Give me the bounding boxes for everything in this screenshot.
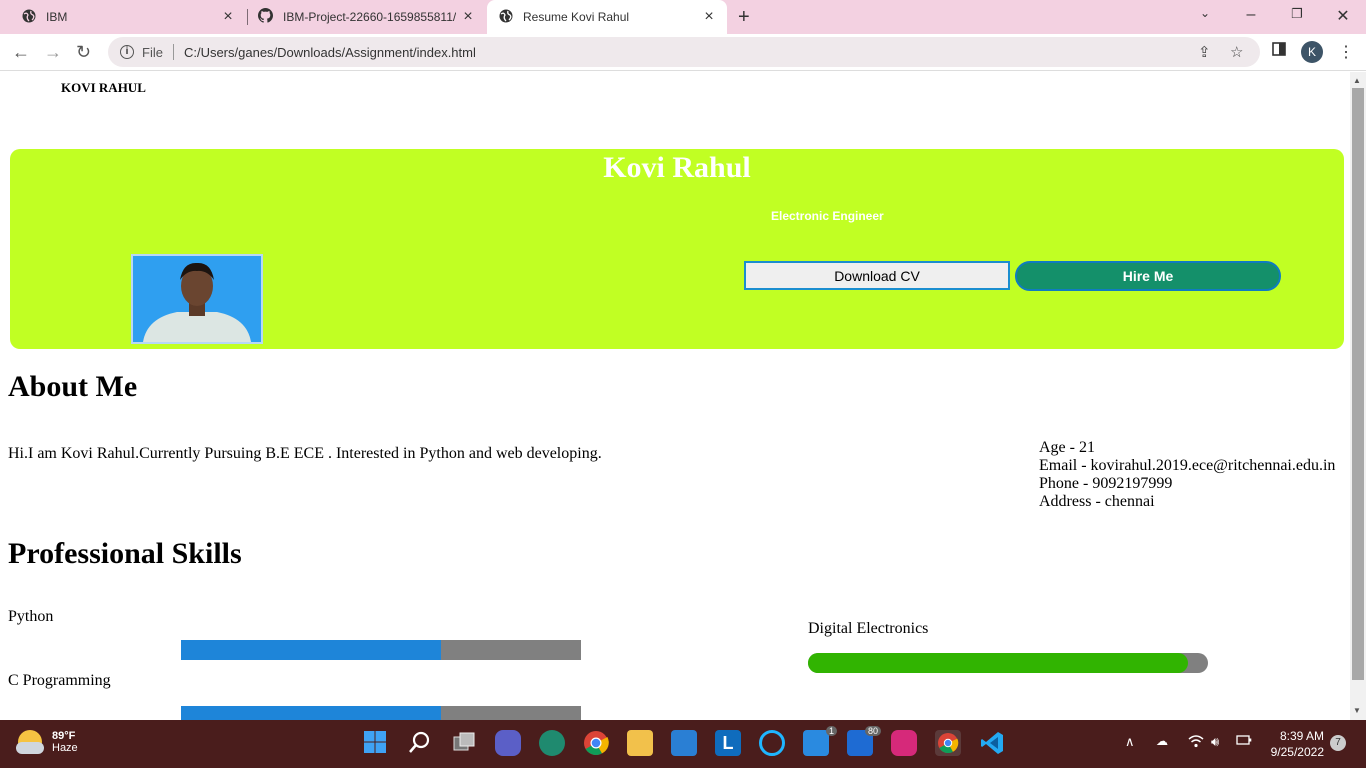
tab-search-icon[interactable]: ⌄	[1195, 6, 1215, 20]
close-tab-icon[interactable]: ×	[460, 9, 476, 25]
tab-title: IBM	[46, 10, 68, 24]
l-app-icon[interactable]: L	[715, 730, 741, 756]
edge-browser-icon[interactable]	[539, 730, 565, 756]
email-text: Email - kovirahul.2019.ece@ritchennai.ed…	[1039, 457, 1336, 474]
wifi-icon[interactable]	[1188, 734, 1204, 751]
vscode-icon[interactable]	[979, 730, 1005, 756]
mail-icon[interactable]: 1	[803, 726, 837, 756]
battery-icon[interactable]	[1236, 734, 1252, 749]
file-explorer-icon[interactable]	[627, 730, 653, 756]
windows-start-icon[interactable]	[363, 730, 389, 756]
about-text: Hi.I am Kovi Rahul.Currently Pursuing B.…	[8, 445, 602, 462]
taskbar: 89°F Haze L 1 80 ∧ ☁ 🔊︎ 8:39 AM 9/25/202…	[0, 720, 1366, 768]
bookmark-star-icon[interactable]: ☆	[1230, 43, 1243, 61]
chrome-active-icon[interactable]	[935, 730, 961, 756]
side-panel-icon[interactable]	[1272, 42, 1286, 61]
address-bar[interactable]: i File C:/Users/ganes/Downloads/Assignme…	[108, 37, 1260, 67]
address-separator	[172, 44, 174, 60]
close-tab-icon[interactable]: ×	[701, 9, 717, 25]
clock-time: 8:39 AM	[1279, 729, 1324, 743]
brand-name: KOVI RAHUL	[61, 80, 146, 95]
weather-widget[interactable]: 89°F Haze	[16, 730, 78, 754]
page-scrollbar[interactable]: ▲ ▼	[1350, 72, 1366, 720]
store-icon[interactable]	[671, 730, 697, 756]
close-tab-icon[interactable]: ×	[220, 9, 236, 25]
instagram-icon[interactable]	[891, 730, 917, 756]
cortana-icon[interactable]	[759, 730, 785, 756]
weather-icon	[16, 730, 44, 754]
skills-heading: Professional Skills	[8, 537, 242, 570]
hero-banner: Kovi Rahul Electronic Engineer Download …	[10, 149, 1344, 349]
chat-icon[interactable]	[495, 730, 521, 756]
globe-icon	[499, 9, 513, 26]
onedrive-icon[interactable]: ☁	[1156, 734, 1168, 748]
notification-count[interactable]: 7	[1330, 735, 1346, 751]
browser-toolbar: ← → ↻ i File C:/Users/ganes/Downloads/As…	[0, 34, 1366, 71]
hero-name: Kovi Rahul	[603, 151, 751, 184]
address-scheme: File	[142, 44, 163, 60]
scrollbar-thumb[interactable]	[1352, 88, 1364, 680]
clock[interactable]: 8:39 AM 9/25/2022	[1262, 728, 1324, 760]
restore-button[interactable]: ❐	[1287, 6, 1307, 22]
volume-icon[interactable]: 🔊︎	[1211, 734, 1219, 750]
close-window-button[interactable]: ✕	[1333, 6, 1353, 26]
profile-avatar[interactable]: K	[1301, 41, 1323, 63]
address-url[interactable]: C:/Users/ganes/Downloads/Assignment/inde…	[184, 45, 476, 60]
skill-bar-digital-electronics	[808, 653, 1208, 673]
about-heading: About Me	[8, 370, 138, 403]
skill-label-c-programming: C Programming	[8, 672, 111, 689]
info-icon[interactable]: i	[120, 45, 134, 59]
profile-photo	[131, 254, 263, 344]
contact-info: Age - 21 Email - kovirahul.2019.ece@ritc…	[1039, 439, 1335, 511]
minimize-button[interactable]: –	[1241, 6, 1261, 24]
github-icon	[258, 8, 273, 26]
scroll-down-icon[interactable]: ▼	[1353, 706, 1361, 715]
skill-bar-fill	[181, 706, 441, 720]
globe-icon	[22, 9, 36, 26]
tab-title: IBM-Project-22660-1659855811/	[283, 10, 457, 24]
tab-ibm[interactable]: IBM ×	[0, 0, 246, 34]
tab-resume[interactable]: Resume Kovi Rahul ×	[487, 0, 727, 34]
weather-temp: 89°F	[52, 730, 76, 742]
share-icon[interactable]: ⇪	[1198, 43, 1211, 61]
clock-date: 9/25/2022	[1270, 745, 1324, 759]
search-icon[interactable]	[408, 730, 434, 756]
skill-bar-c-programming	[181, 706, 581, 720]
skill-label-python: Python	[8, 608, 54, 625]
tab-strip: IBM × IBM-Project-22660-1659855811/ × Re…	[0, 0, 1366, 34]
chrome-icon[interactable]	[583, 730, 609, 756]
back-button[interactable]: ←	[12, 42, 30, 62]
skill-bar-fill	[181, 640, 441, 660]
new-tab-button[interactable]: +	[738, 7, 750, 27]
page-content: KOVI RAHUL Kovi Rahul Electronic Enginee…	[0, 72, 1350, 720]
menu-icon[interactable]: ⋮	[1338, 42, 1354, 62]
skill-bar-fill	[808, 653, 1188, 673]
age-text: Age - 21	[1039, 439, 1095, 456]
skill-bar-python	[181, 640, 581, 660]
scroll-up-icon[interactable]: ▲	[1353, 76, 1361, 85]
weather-desc: Haze	[52, 742, 78, 754]
show-hidden-icons[interactable]: ∧	[1125, 734, 1135, 750]
skill-label-digital-electronics: Digital Electronics	[808, 620, 929, 637]
forward-button[interactable]: →	[44, 42, 62, 62]
teams-icon[interactable]: 80	[847, 726, 881, 756]
tab-github[interactable]: IBM-Project-22660-1659855811/ ×	[248, 0, 486, 34]
address-text: Address - chennai	[1039, 493, 1155, 510]
notification-badge: 80	[864, 726, 881, 736]
hire-me-button[interactable]: Hire Me	[1015, 261, 1281, 291]
mail-badge: 1	[825, 726, 837, 736]
reload-button[interactable]: ↻	[76, 42, 91, 62]
hero-subtitle: Electronic Engineer	[771, 209, 884, 223]
phone-text: Phone - 9092197999	[1039, 475, 1173, 492]
tab-title: Resume Kovi Rahul	[523, 10, 630, 24]
task-view-icon[interactable]	[452, 730, 478, 756]
download-cv-button[interactable]: Download CV	[744, 261, 1010, 290]
